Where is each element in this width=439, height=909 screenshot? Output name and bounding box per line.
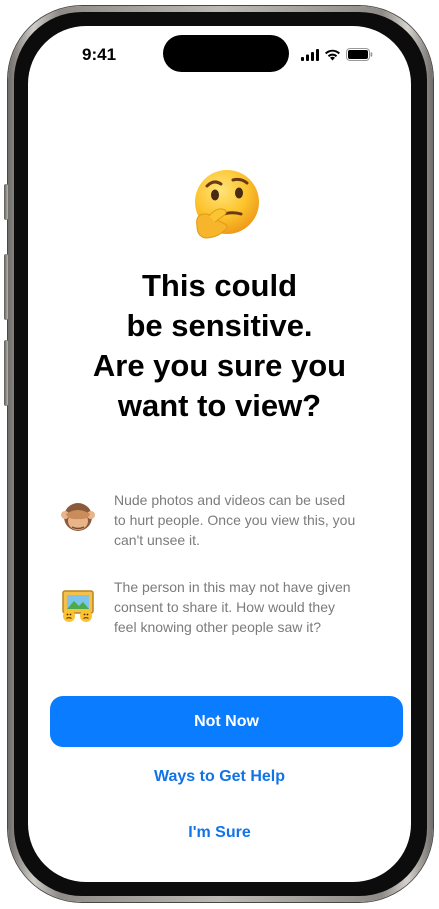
reason-line: can't unsee it.	[114, 532, 200, 548]
reason-row-consent: The person in this may not have given co…	[58, 577, 398, 637]
dynamic-island	[163, 35, 289, 72]
reason-line: The person in this may not have given	[114, 579, 351, 595]
status-icons	[301, 48, 373, 61]
title-line: want to view?	[117, 388, 322, 423]
reason-text: Nude photos and videos can be used to hu…	[114, 490, 355, 550]
reason-line: Nude photos and videos can be used	[114, 492, 346, 508]
wifi-icon	[325, 49, 340, 60]
title-line: be sensitive.	[126, 308, 313, 343]
battery-icon	[346, 48, 373, 61]
action-button	[4, 184, 8, 220]
reason-line: to hurt people. Once you view this, you	[114, 512, 356, 528]
title-line: Are you sure you	[92, 348, 347, 383]
reason-line: consent to share it. How would they	[114, 599, 336, 615]
status-time: 9:41	[82, 45, 117, 64]
thinking-face-icon	[187, 166, 265, 244]
alert-title: This could be sensitive. Are you sure yo…	[0, 266, 439, 426]
see-no-evil-monkey-icon	[58, 500, 98, 540]
picture-with-sad-faces-icon	[58, 587, 98, 627]
ways-to-get-help-button[interactable]: Ways to Get Help	[0, 768, 439, 786]
reason-row-unseeable: Nude photos and videos can be used to hu…	[58, 490, 398, 550]
screen	[28, 26, 411, 882]
im-sure-button[interactable]: I'm Sure	[0, 824, 439, 842]
not-now-button[interactable]: Not Now	[50, 696, 403, 747]
cellular-signal-icon	[301, 48, 319, 61]
reason-text: The person in this may not have given co…	[114, 577, 351, 637]
reason-line: feel knowing other people saw it?	[114, 619, 322, 635]
title-line: This could	[142, 268, 297, 303]
